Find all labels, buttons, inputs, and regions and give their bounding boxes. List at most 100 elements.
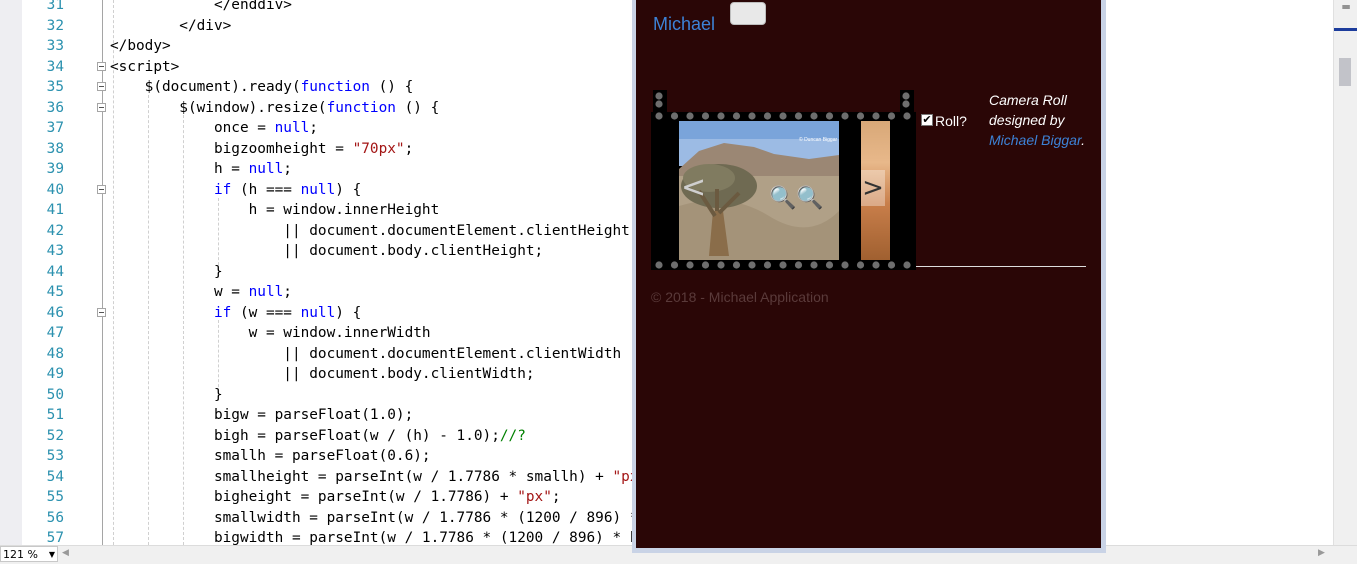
code-text: </div> — [110, 16, 231, 36]
horizontal-rule — [916, 266, 1086, 267]
code-token: || document.body.clientWidth; — [110, 366, 535, 382]
code-text: || document.body.clientWidth; — [110, 364, 535, 384]
sprocket-hole — [763, 261, 772, 269]
scroll-right-icon[interactable]: ▶ — [1318, 548, 1325, 558]
code-token: function — [300, 79, 370, 95]
browser-page: Michael © Duncan Biggar < > 🔍🔍 ✔ Roll? C… — [636, 0, 1101, 548]
code-token: <script> — [110, 58, 180, 75]
code-token: || document.documentElement.clientHeight — [110, 222, 630, 239]
code-token: ; — [404, 140, 414, 157]
previous-button[interactable]: < — [681, 170, 706, 205]
code-token: } — [110, 263, 223, 280]
code-token: ) { — [335, 181, 362, 198]
zoom-dropdown[interactable]: 121 % ▼ — [0, 546, 58, 562]
sprocket-hole — [670, 112, 679, 120]
vertical-scroll-thumb[interactable] — [1339, 58, 1351, 86]
brand-link[interactable]: Michael — [653, 14, 715, 35]
sprocket-hole — [841, 112, 849, 120]
credits-prefix: Camera Roll designed by — [989, 92, 1067, 128]
collapse-icon[interactable] — [97, 82, 106, 91]
line-number: 43 — [46, 243, 64, 259]
code-text: smallheight = parseInt(w / 1.7786 * smal… — [110, 467, 656, 487]
code-text: if (h === null) { — [110, 180, 361, 200]
sprocket-hole — [655, 92, 663, 100]
code-token: } — [110, 386, 223, 403]
code-text: once = null; — [110, 118, 318, 138]
roll-checkbox[interactable]: ✔ — [921, 114, 933, 126]
sprocket-hole — [872, 261, 880, 269]
credits-suffix: . — [1081, 132, 1085, 148]
collapse-icon[interactable] — [97, 102, 106, 112]
line-number: 42 — [46, 222, 64, 239]
split-window-icon[interactable]: ═ — [1334, 0, 1357, 14]
code-text: h = null; — [110, 159, 292, 179]
photo-watermark: © Duncan Biggar — [799, 136, 837, 143]
line-number: 48 — [46, 345, 64, 362]
code-text: } — [110, 385, 223, 405]
sprocket-hole — [732, 112, 741, 120]
code-text: bigheight = parseInt(w / 1.7786) + "px"; — [110, 487, 561, 507]
sprocket-hole — [732, 261, 741, 269]
line-number: 34 — [46, 58, 64, 75]
author-link[interactable]: Michael Biggar — [989, 132, 1081, 148]
line-number: 40 — [46, 181, 64, 198]
line-number: 41 — [46, 202, 64, 218]
chevron-down-icon: ▼ — [48, 550, 55, 559]
collapse-icon[interactable] — [97, 307, 106, 317]
sprocket-hole — [856, 261, 865, 269]
code-text: <script> — [110, 57, 179, 77]
scroll-marker — [1334, 28, 1357, 31]
code-token: bigw = parseFloat(1.0); — [110, 407, 414, 423]
sprocket-hole — [825, 112, 834, 120]
sprocket-hole — [810, 261, 818, 269]
code-token: "70px" — [352, 140, 405, 157]
line-number: 39 — [46, 161, 64, 177]
code-token: $(document).ready( — [110, 79, 301, 95]
code-token: </div> — [110, 17, 232, 34]
code-token: smallh = parseFloat(0.6); — [110, 448, 431, 464]
next-button[interactable]: > — [861, 170, 885, 206]
sprocket-hole — [903, 261, 911, 269]
sprocket-hole — [701, 112, 710, 120]
scroll-left-icon[interactable]: ◀ — [62, 548, 69, 558]
code-token: w = window.innerWidth — [110, 325, 431, 341]
code-token: if — [213, 304, 232, 321]
line-number: 33 — [46, 38, 64, 54]
code-token: ) { — [335, 304, 362, 321]
line-number: 36 — [46, 99, 64, 116]
code-text: smallh = parseFloat(0.6); — [110, 446, 431, 466]
vertical-scrollbar[interactable]: ═ — [1333, 0, 1357, 545]
code-text: $(window).resize(function () { — [110, 98, 439, 118]
line-number: 32 — [46, 17, 64, 34]
footer-copyright: © 2018 - Michael Application — [651, 289, 829, 305]
sprocket-hole — [794, 112, 803, 120]
sprocket-hole — [887, 261, 896, 269]
code-text: || document.documentElement.clientWidth — [110, 344, 621, 364]
code-token: bigheight = parseInt(w / 1.7786) + — [110, 489, 518, 505]
code-token: h = window.innerHeight — [110, 202, 440, 218]
code-token: || document.documentElement.clientWidth — [110, 345, 622, 362]
collapse-icon[interactable] — [97, 61, 106, 71]
browser-window: Michael © Duncan Biggar < > 🔍🔍 ✔ Roll? C… — [632, 0, 1106, 553]
sprocket-hole — [717, 112, 725, 120]
sprocket-hole — [856, 112, 865, 120]
collapse-icon[interactable] — [97, 184, 106, 194]
line-number: 35 — [46, 79, 64, 95]
credits-text: Camera Roll designed by Michael Biggar. — [989, 90, 1099, 150]
code-token: "px" — [517, 489, 552, 505]
sprocket-hole — [902, 92, 910, 100]
code-text: bigzoomheight = "70px"; — [110, 139, 413, 159]
line-number: 31 — [46, 0, 64, 13]
code-text: w = window.innerWidth — [110, 323, 431, 343]
line-number: 52 — [46, 427, 64, 444]
code-text: w = null; — [110, 282, 292, 302]
navbar-toggle-button[interactable] — [730, 2, 766, 25]
line-number: 51 — [46, 407, 64, 423]
code-token: () { — [369, 79, 414, 95]
zoom-icons[interactable]: 🔍🔍 — [769, 185, 824, 211]
code-token: function — [326, 99, 396, 116]
code-token: null — [274, 120, 310, 136]
sprocket-hole — [872, 112, 880, 120]
code-text: </enddiv> — [110, 0, 292, 15]
